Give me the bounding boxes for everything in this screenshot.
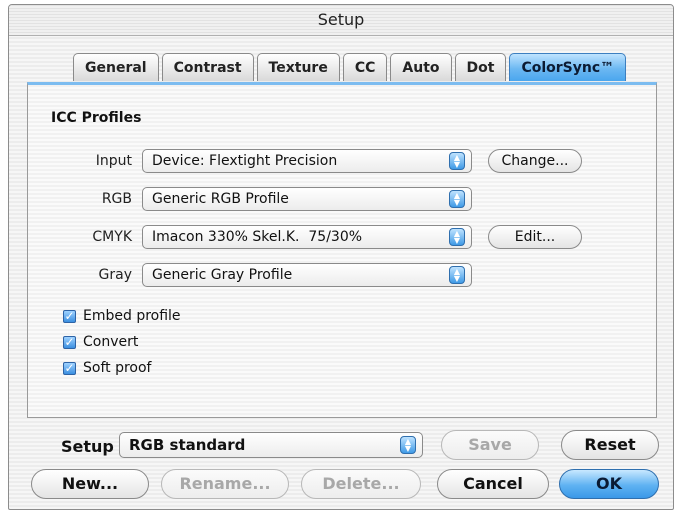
rgb-label: RGB bbox=[101, 191, 132, 207]
input-profile-popup[interactable]: Device: Flextight Precision ▲ ▼ bbox=[142, 149, 472, 173]
rgb-profile-value: Generic RGB Profile bbox=[152, 191, 289, 207]
embed-profile-label: Embed profile bbox=[83, 308, 181, 324]
tab-contrast[interactable]: Contrast bbox=[161, 53, 254, 81]
convert-checkbox[interactable]: ✓ Convert bbox=[63, 333, 138, 351]
cancel-button[interactable]: Cancel bbox=[437, 469, 549, 499]
gray-profile-value: Generic Gray Profile bbox=[152, 267, 293, 283]
up-down-arrows-icon: ▲ ▼ bbox=[449, 228, 465, 246]
tab-cc[interactable]: CC bbox=[342, 53, 388, 81]
rgb-row-label-wrap: RGB bbox=[28, 187, 132, 213]
convert-label: Convert bbox=[83, 334, 139, 350]
ok-button[interactable]: OK bbox=[559, 469, 659, 499]
soft-proof-checkbox[interactable]: ✓ Soft proof bbox=[63, 359, 151, 377]
tab-auto[interactable]: Auto bbox=[390, 53, 452, 81]
cmyk-row-label-wrap: CMYK bbox=[28, 225, 132, 251]
setup-label: Setup bbox=[61, 437, 114, 456]
reset-button[interactable]: Reset bbox=[561, 430, 659, 460]
window-title: Setup bbox=[9, 5, 673, 36]
setup-preset-value: RGB standard bbox=[129, 436, 246, 454]
embed-profile-checkbox[interactable]: ✓ Embed profile bbox=[63, 307, 181, 325]
gray-profile-popup[interactable]: Generic Gray Profile ▲ ▼ bbox=[142, 263, 472, 287]
tab-bar: General Contrast Texture CC Auto Dot Col… bbox=[73, 53, 629, 83]
colorsync-panel: ICC Profiles Input Device: Flextight Pre… bbox=[27, 82, 657, 418]
input-row-label-wrap: Input bbox=[28, 149, 132, 175]
tab-texture[interactable]: Texture bbox=[256, 53, 340, 81]
new-button[interactable]: New... bbox=[31, 469, 149, 499]
checkmark-icon: ✓ bbox=[63, 308, 76, 323]
gray-row-label-wrap: Gray bbox=[28, 263, 132, 289]
rgb-profile-popup[interactable]: Generic RGB Profile ▲ ▼ bbox=[142, 187, 472, 211]
cmyk-label: CMYK bbox=[92, 229, 132, 245]
tab-dot[interactable]: Dot bbox=[454, 53, 507, 81]
edit-button[interactable]: Edit... bbox=[488, 225, 582, 249]
icc-profiles-heading: ICC Profiles bbox=[51, 110, 142, 126]
up-down-arrows-icon: ▲ ▼ bbox=[449, 190, 465, 208]
up-down-arrows-icon: ▲ ▼ bbox=[449, 152, 465, 170]
gray-label: Gray bbox=[98, 267, 132, 283]
up-down-arrows-icon: ▲ ▼ bbox=[400, 436, 416, 454]
delete-button[interactable]: Delete... bbox=[301, 469, 421, 499]
cmyk-profile-popup[interactable]: Imacon 330% Skel.K. 75/30% ▲ ▼ bbox=[142, 225, 472, 249]
input-label: Input bbox=[95, 153, 132, 169]
setup-window: Setup General Contrast Texture CC Auto D… bbox=[8, 4, 674, 510]
input-profile-value: Device: Flextight Precision bbox=[152, 153, 338, 169]
setup-preset-popup[interactable]: RGB standard ▲ ▼ bbox=[119, 432, 423, 458]
tab-general[interactable]: General bbox=[73, 53, 159, 81]
save-button[interactable]: Save bbox=[441, 430, 539, 460]
rename-button[interactable]: Rename... bbox=[161, 469, 289, 499]
change-button[interactable]: Change... bbox=[488, 149, 582, 173]
soft-proof-label: Soft proof bbox=[83, 360, 152, 376]
tab-colorsync[interactable]: ColorSync™ bbox=[509, 53, 627, 81]
up-down-arrows-icon: ▲ ▼ bbox=[449, 266, 465, 284]
checkmark-icon: ✓ bbox=[63, 334, 76, 349]
cmyk-profile-value: Imacon 330% Skel.K. 75/30% bbox=[152, 229, 363, 245]
checkmark-icon: ✓ bbox=[63, 360, 76, 375]
